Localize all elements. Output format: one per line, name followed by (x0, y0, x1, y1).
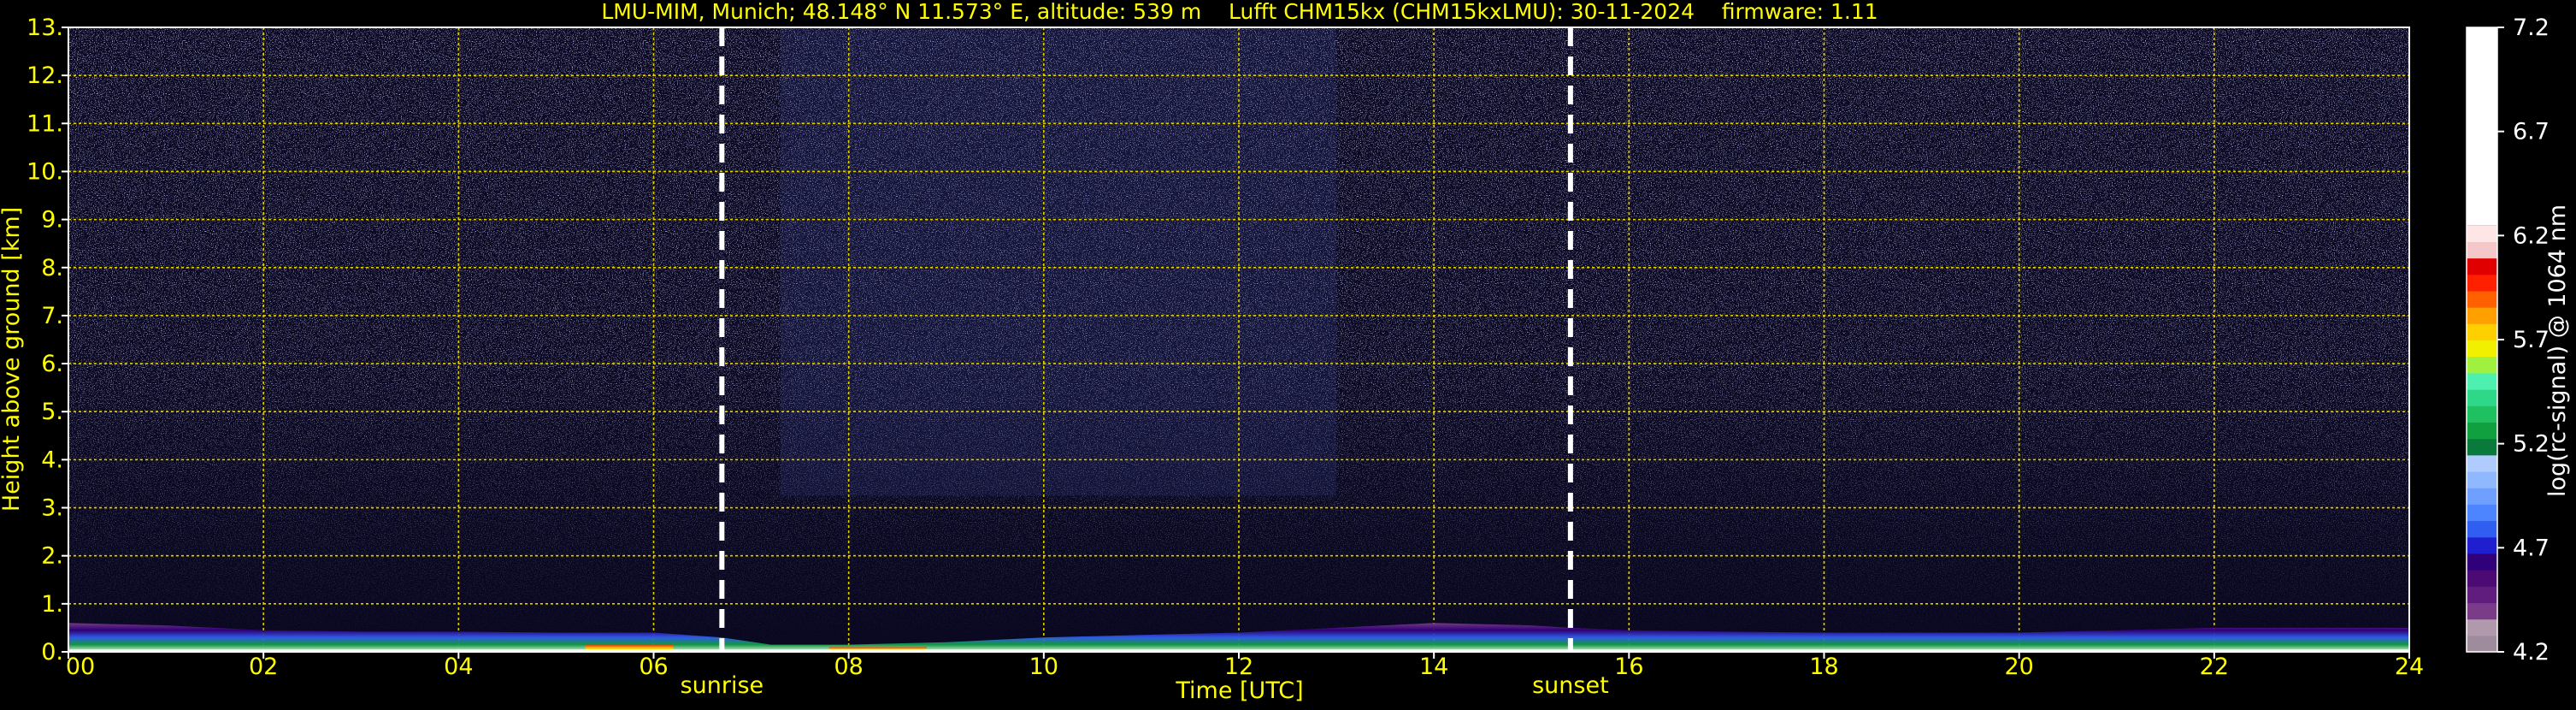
colorbar-segment (2467, 504, 2497, 522)
colorbar-segment (2467, 241, 2497, 259)
colorbar-segment (2467, 274, 2497, 292)
x-tick-label: 12 (1224, 654, 1253, 680)
colorbar-segment (2467, 570, 2497, 587)
colorbar-segment (2467, 307, 2497, 324)
colorbar-segment (2467, 454, 2497, 472)
colorbar-segment (2467, 356, 2497, 374)
colorbar-segment (2467, 340, 2497, 358)
x-tick-label: 02 (249, 654, 278, 680)
colorbar-segment (2467, 488, 2497, 505)
colorbar-segment (2467, 257, 2497, 275)
colorbar-tick-label: 6.7 (2513, 119, 2549, 145)
y-tick-label: 2. (41, 543, 63, 570)
sun-marker-label: sunrise (681, 672, 764, 699)
sun-marker-label: sunset (1532, 672, 1609, 699)
colorbar-segment (2467, 635, 2497, 653)
colorbar-segment (2467, 602, 2497, 620)
x-tick-label: 06 (639, 654, 668, 680)
y-tick-label: 11. (27, 110, 63, 137)
x-tick-label: 14 (1419, 654, 1448, 680)
y-tick-label: 12. (27, 62, 63, 89)
x-tick-label: 16 (1614, 654, 1643, 680)
y-tick-label: 3. (41, 495, 63, 522)
colorbar-segment (2467, 405, 2497, 423)
ceilometer-chart: sunrise sunset 00 02 04 06 08 10 12 14 16 18 20 22 24… (0, 0, 2571, 704)
x-tick-label: 22 (2200, 654, 2229, 680)
y-tick-label: 1. (41, 591, 63, 618)
colorbar-tick-label: 4.7 (2513, 535, 2549, 561)
colorbar-tick-label: 7.2 (2513, 15, 2549, 41)
y-tick-label: 6. (41, 351, 63, 377)
x-tick-label: 24 (2395, 654, 2424, 680)
ceilometer-figure: sunrise sunset 00 02 04 06 08 10 12 14 16 18 20 22 24… (0, 0, 2576, 707)
x-tick-label: 20 (2004, 654, 2033, 680)
daytime-band (780, 27, 1337, 496)
y-tick-label: 13. (27, 15, 63, 41)
colorbar-segment (2467, 225, 2497, 242)
y-tick-label: 8. (41, 255, 63, 281)
colorbar-segment (2467, 536, 2497, 554)
x-tick-label: 10 (1029, 654, 1058, 680)
y-tick-label: 9. (41, 207, 63, 234)
colorbar-segment (2467, 422, 2497, 440)
colorbar: 7.26.76.25.75.24.74.2 (2466, 15, 2549, 666)
colorbar-segment (2467, 470, 2497, 488)
x-axis-label: Time [UTC] (1175, 677, 1303, 704)
y-tick-label: 4. (41, 447, 63, 473)
colorbar-label: log(rc-signal) @ 1064 nm (2544, 204, 2571, 497)
colorbar-segment (2467, 438, 2497, 456)
colorbar-segment (2467, 290, 2497, 308)
y-tick-label: 5. (41, 399, 63, 425)
colorbar-segment (2467, 520, 2497, 538)
x-tick-label: 18 (1809, 654, 1838, 680)
chart-title: LMU-MIM, Munich; 48.148° N 11.573° E, al… (601, 0, 1877, 24)
x-tick-label: 04 (444, 654, 473, 680)
x-tick-label: 08 (834, 654, 863, 680)
colorbar-segment (2467, 323, 2497, 341)
colorbar-segment (2467, 586, 2497, 604)
colorbar-segment (2467, 372, 2497, 390)
colorbar-segment (2467, 27, 2497, 226)
colorbar-segment (2467, 553, 2497, 571)
y-tick-label: 7. (41, 303, 63, 329)
colorbar-segment (2467, 389, 2497, 406)
x-tick-label: 00 (66, 654, 95, 680)
colorbar-tick-label: 4.2 (2513, 639, 2549, 666)
colorbar-segment (2467, 618, 2497, 636)
y-axis-label: Height above ground [km] (0, 207, 25, 512)
y-tick-label: 10. (27, 158, 63, 185)
y-tick-label: 0. (41, 639, 63, 666)
